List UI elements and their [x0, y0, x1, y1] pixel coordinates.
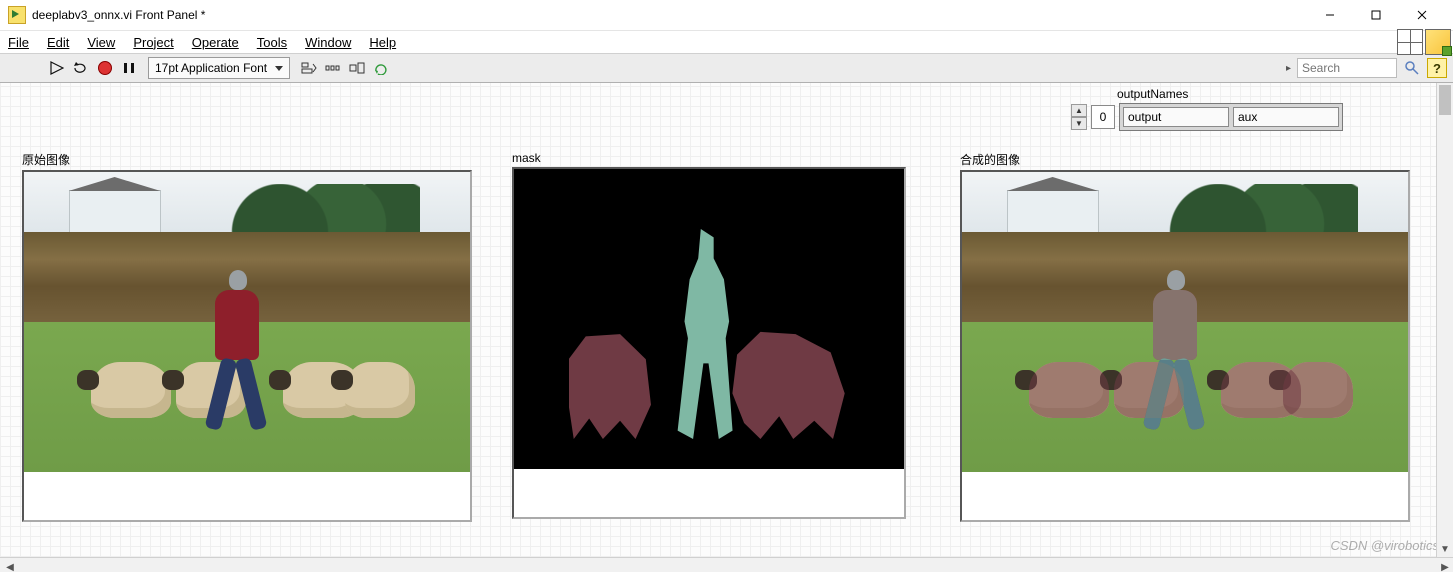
pause-button[interactable]	[120, 59, 138, 77]
resize-objects-button[interactable]	[348, 59, 366, 77]
connector-pane-icon[interactable]	[1397, 29, 1423, 55]
search-input[interactable]	[1297, 58, 1397, 78]
original-image-indicator: 原始图像	[22, 151, 472, 522]
connector-pane-area	[1397, 31, 1453, 53]
search-caret-icon: ▸	[1286, 63, 1291, 74]
app-icon	[8, 6, 26, 24]
run-button[interactable]	[48, 59, 66, 77]
window-minimize-button[interactable]	[1307, 0, 1353, 30]
menu-project[interactable]: Project	[133, 35, 173, 50]
align-objects-button[interactable]	[300, 59, 318, 77]
window-maximize-button[interactable]	[1353, 0, 1399, 30]
composite-image-content	[962, 172, 1408, 472]
outputnames-index-spinner: ▲ ▼	[1071, 104, 1087, 130]
horizontal-scroll-track[interactable]	[18, 560, 1437, 572]
original-image-content	[24, 172, 470, 472]
font-selector[interactable]: 17pt Application Font	[148, 57, 290, 79]
search-button[interactable]	[1403, 59, 1421, 77]
font-selector-label: 17pt Application Font	[155, 61, 267, 75]
vi-icon[interactable]	[1425, 29, 1451, 55]
mask-image-content	[514, 169, 904, 469]
outputnames-array-frame: output aux	[1119, 103, 1343, 131]
horizontal-scrollbar[interactable]: ◀ ▶	[0, 557, 1453, 572]
window-titlebar: deeplabv3_onnx.vi Front Panel *	[0, 0, 1453, 31]
abort-button[interactable]	[96, 59, 114, 77]
menu-view[interactable]: View	[87, 35, 115, 50]
outputnames-caption: outputNames	[1117, 87, 1343, 101]
menu-window[interactable]: Window	[305, 35, 351, 50]
composite-image-caption: 合成的图像	[960, 151, 1410, 168]
watermark-text: CSDN @virobotics	[1330, 538, 1439, 553]
vertical-scrollbar[interactable]: ▲ ▼	[1436, 83, 1453, 557]
menu-tools[interactable]: Tools	[257, 35, 287, 50]
outputnames-index-up[interactable]: ▲	[1071, 104, 1087, 117]
mask-image-indicator: mask	[512, 151, 906, 519]
scroll-right-icon[interactable]: ▶	[1437, 560, 1453, 572]
original-image-frame[interactable]	[22, 170, 472, 522]
window-title: deeplabv3_onnx.vi Front Panel *	[32, 8, 205, 22]
outputnames-index-value[interactable]: 0	[1091, 105, 1115, 129]
outputnames-index-down[interactable]: ▼	[1071, 117, 1087, 130]
composite-image-indicator: 合成的图像	[960, 151, 1410, 522]
menu-operate[interactable]: Operate	[192, 35, 239, 50]
toolbar: 17pt Application Font ▸ ?	[0, 53, 1453, 83]
scroll-left-icon[interactable]: ◀	[2, 560, 18, 572]
chevron-down-icon	[275, 66, 283, 71]
distribute-objects-button[interactable]	[324, 59, 342, 77]
menu-bar: File Edit View Project Operate Tools Win…	[0, 31, 1397, 53]
mask-image-caption: mask	[512, 151, 906, 165]
menu-edit[interactable]: Edit	[47, 35, 69, 50]
front-panel[interactable]: outputNames ▲ ▼ 0 output aux 原始图像	[0, 83, 1453, 557]
outputnames-cell-0[interactable]: output	[1123, 107, 1229, 127]
vertical-scroll-thumb[interactable]	[1439, 85, 1451, 115]
menu-help[interactable]: Help	[369, 35, 396, 50]
window-close-button[interactable]	[1399, 0, 1445, 30]
run-continuously-button[interactable]	[72, 59, 90, 77]
mask-image-frame[interactable]	[512, 167, 906, 519]
menu-file[interactable]: File	[8, 35, 29, 50]
composite-image-frame[interactable]	[960, 170, 1410, 522]
context-help-button[interactable]: ?	[1427, 58, 1447, 78]
outputnames-cell-1[interactable]: aux	[1233, 107, 1339, 127]
outputnames-control: outputNames ▲ ▼ 0 output aux	[1071, 87, 1343, 131]
scroll-down-icon[interactable]: ▼	[1437, 541, 1453, 557]
reorder-button[interactable]	[372, 59, 390, 77]
original-image-caption: 原始图像	[22, 151, 472, 168]
